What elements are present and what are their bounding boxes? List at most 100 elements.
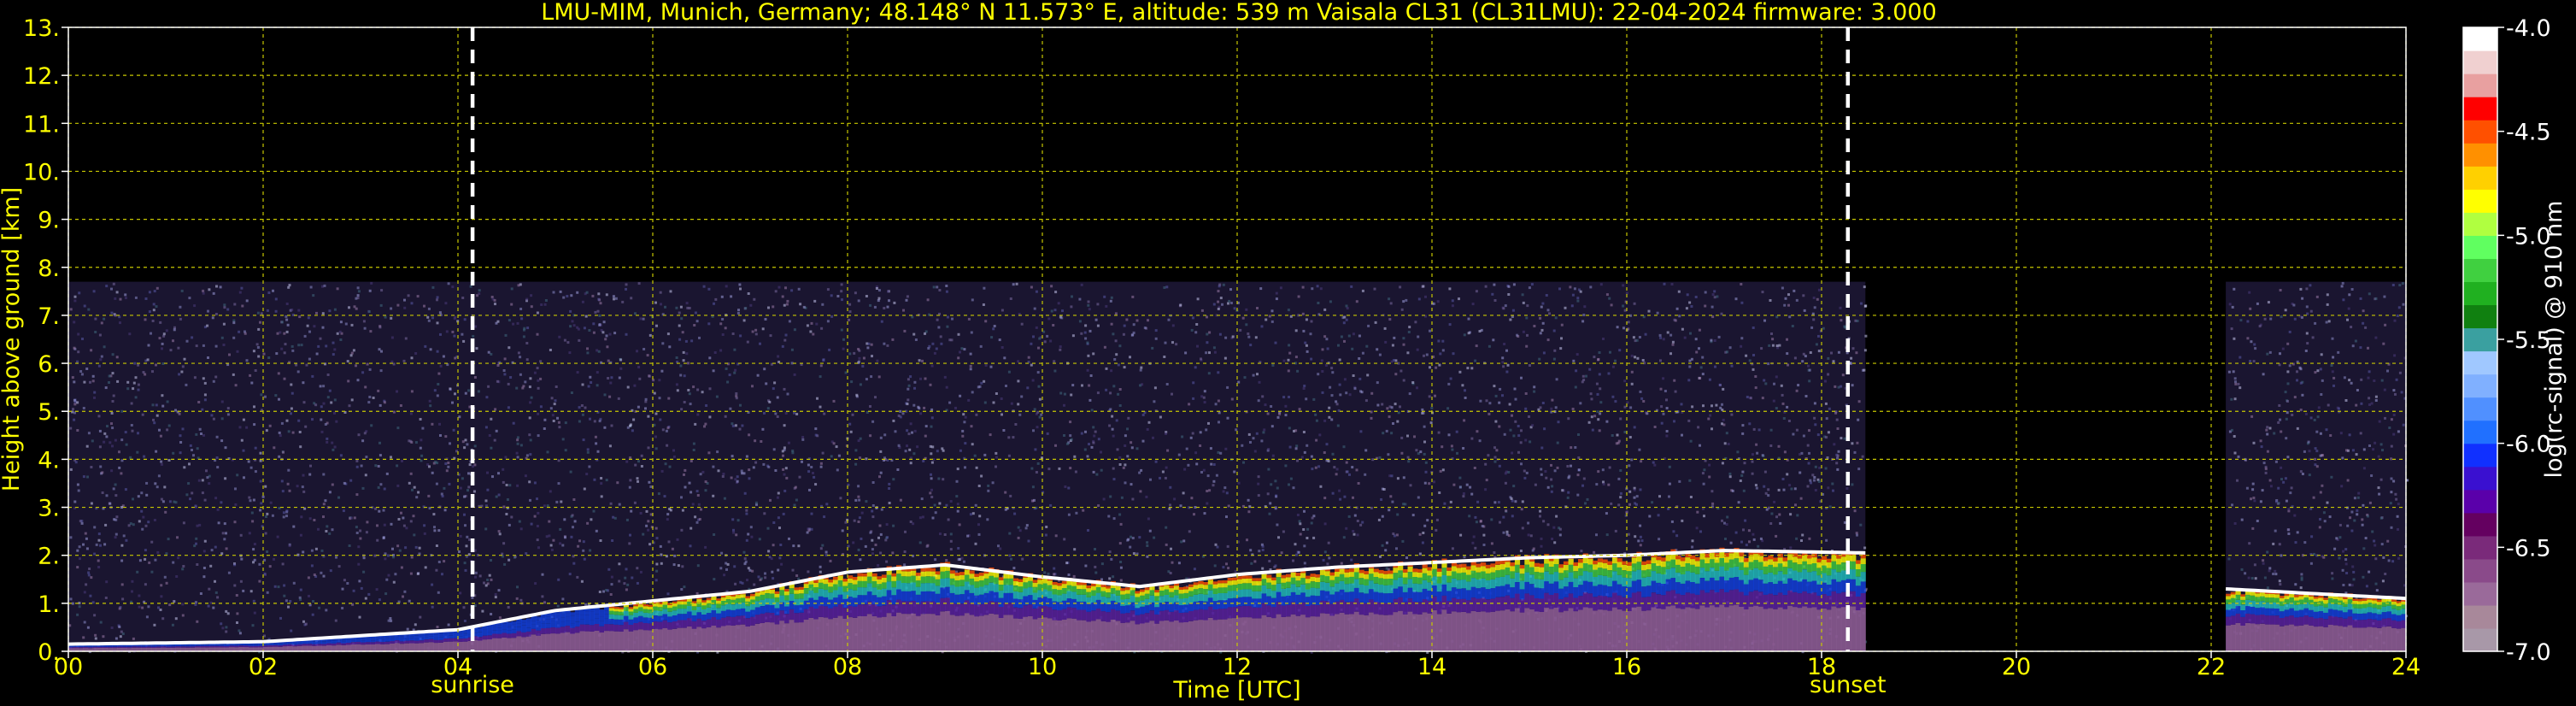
noise-speck <box>118 315 121 319</box>
noise-speck <box>1422 532 1425 534</box>
noise-speck <box>1517 450 1520 454</box>
noise-speck <box>1653 463 1657 467</box>
noise-speck <box>1666 331 1669 334</box>
noise-speck <box>1773 382 1775 385</box>
noise-speck <box>774 290 777 293</box>
noise-speck <box>593 420 596 423</box>
noise-speck <box>871 515 875 519</box>
noise-speck <box>326 396 330 399</box>
noise-speck <box>783 489 787 492</box>
noise-speck <box>745 455 748 458</box>
noise-speck <box>1673 318 1676 321</box>
noise-speck <box>1094 571 1098 574</box>
noise-speck <box>1381 544 1384 547</box>
noise-speck <box>85 537 88 540</box>
noise-speck <box>433 529 437 532</box>
noise-speck <box>1775 375 1778 379</box>
noise-speck <box>1279 286 1282 290</box>
noise-speck <box>1761 397 1764 400</box>
noise-speck <box>997 544 1000 548</box>
noise-speck <box>69 308 73 311</box>
noise-speck <box>285 419 289 422</box>
noise-speck <box>1740 301 1744 304</box>
noise-speck <box>182 565 185 568</box>
noise-speck <box>784 412 788 415</box>
noise-speck <box>217 521 220 525</box>
noise-speck <box>490 446 493 450</box>
noise-speck <box>1170 547 1172 550</box>
noise-speck <box>408 599 411 603</box>
noise-speck <box>341 587 344 591</box>
noise-speck <box>477 390 480 393</box>
noise-speck <box>1458 297 1460 301</box>
noise-speck <box>1361 289 1364 292</box>
noise-speck <box>691 503 695 506</box>
noise-speck <box>738 427 742 431</box>
noise-speck <box>175 575 179 578</box>
noise-speck <box>877 297 881 300</box>
noise-speck <box>837 454 841 457</box>
noise-speck <box>1741 470 1745 474</box>
noise-speck <box>1667 507 1670 510</box>
noise-speck <box>409 520 413 523</box>
noise-speck <box>637 460 640 463</box>
noise-speck <box>2239 356 2242 359</box>
noise-speck <box>1175 343 1178 346</box>
noise-speck <box>707 322 711 326</box>
noise-speck <box>929 444 932 448</box>
noise-speck <box>1219 297 1223 300</box>
noise-speck <box>1043 571 1047 574</box>
noise-speck <box>1617 503 1621 507</box>
noise-speck <box>252 498 255 502</box>
noise-speck <box>1053 573 1056 576</box>
noise-speck <box>764 572 766 575</box>
noise-speck <box>495 495 498 498</box>
noise-speck <box>1608 466 1611 469</box>
noise-speck <box>333 348 337 351</box>
noise-speck <box>183 466 186 469</box>
noise-speck <box>747 532 750 536</box>
noise-speck <box>566 341 570 344</box>
noise-speck <box>267 356 271 359</box>
noise-speck <box>672 563 676 567</box>
noise-speck <box>1139 368 1142 372</box>
noise-speck <box>153 290 156 293</box>
noise-speck <box>1263 428 1266 432</box>
noise-speck <box>1390 432 1394 435</box>
noise-speck <box>1659 336 1663 339</box>
noise-speck <box>666 332 670 336</box>
noise-speck <box>417 491 420 494</box>
noise-speck <box>589 375 592 379</box>
noise-speck <box>324 423 327 426</box>
noise-speck <box>1433 302 1435 305</box>
noise-speck <box>942 478 945 481</box>
noise-speck <box>919 412 923 415</box>
noise-speck <box>1196 344 1199 348</box>
noise-speck <box>1092 426 1095 429</box>
noise-speck <box>1084 324 1088 327</box>
noise-speck <box>1435 528 1438 532</box>
noise-speck <box>1552 329 1556 332</box>
noise-speck <box>466 489 469 492</box>
noise-speck <box>510 287 513 291</box>
noise-speck <box>309 464 312 468</box>
noise-speck <box>618 580 621 583</box>
noise-speck <box>1817 350 1821 353</box>
noise-speck <box>322 574 326 578</box>
noise-speck <box>1306 350 1309 353</box>
noise-speck <box>689 544 692 548</box>
noise-speck <box>160 460 163 463</box>
noise-speck <box>1470 492 1474 496</box>
noise-speck <box>510 303 513 306</box>
noise-speck <box>1047 468 1051 471</box>
noise-speck <box>436 394 439 397</box>
noise-speck <box>1243 376 1247 379</box>
noise-speck <box>1353 514 1357 517</box>
noise-speck <box>1433 480 1435 484</box>
noise-speck <box>1351 347 1354 350</box>
noise-speck <box>1824 379 1827 383</box>
noise-speck <box>1247 510 1251 514</box>
noise-speck <box>130 402 133 405</box>
noise-speck <box>753 297 756 301</box>
noise-speck <box>1194 451 1198 455</box>
